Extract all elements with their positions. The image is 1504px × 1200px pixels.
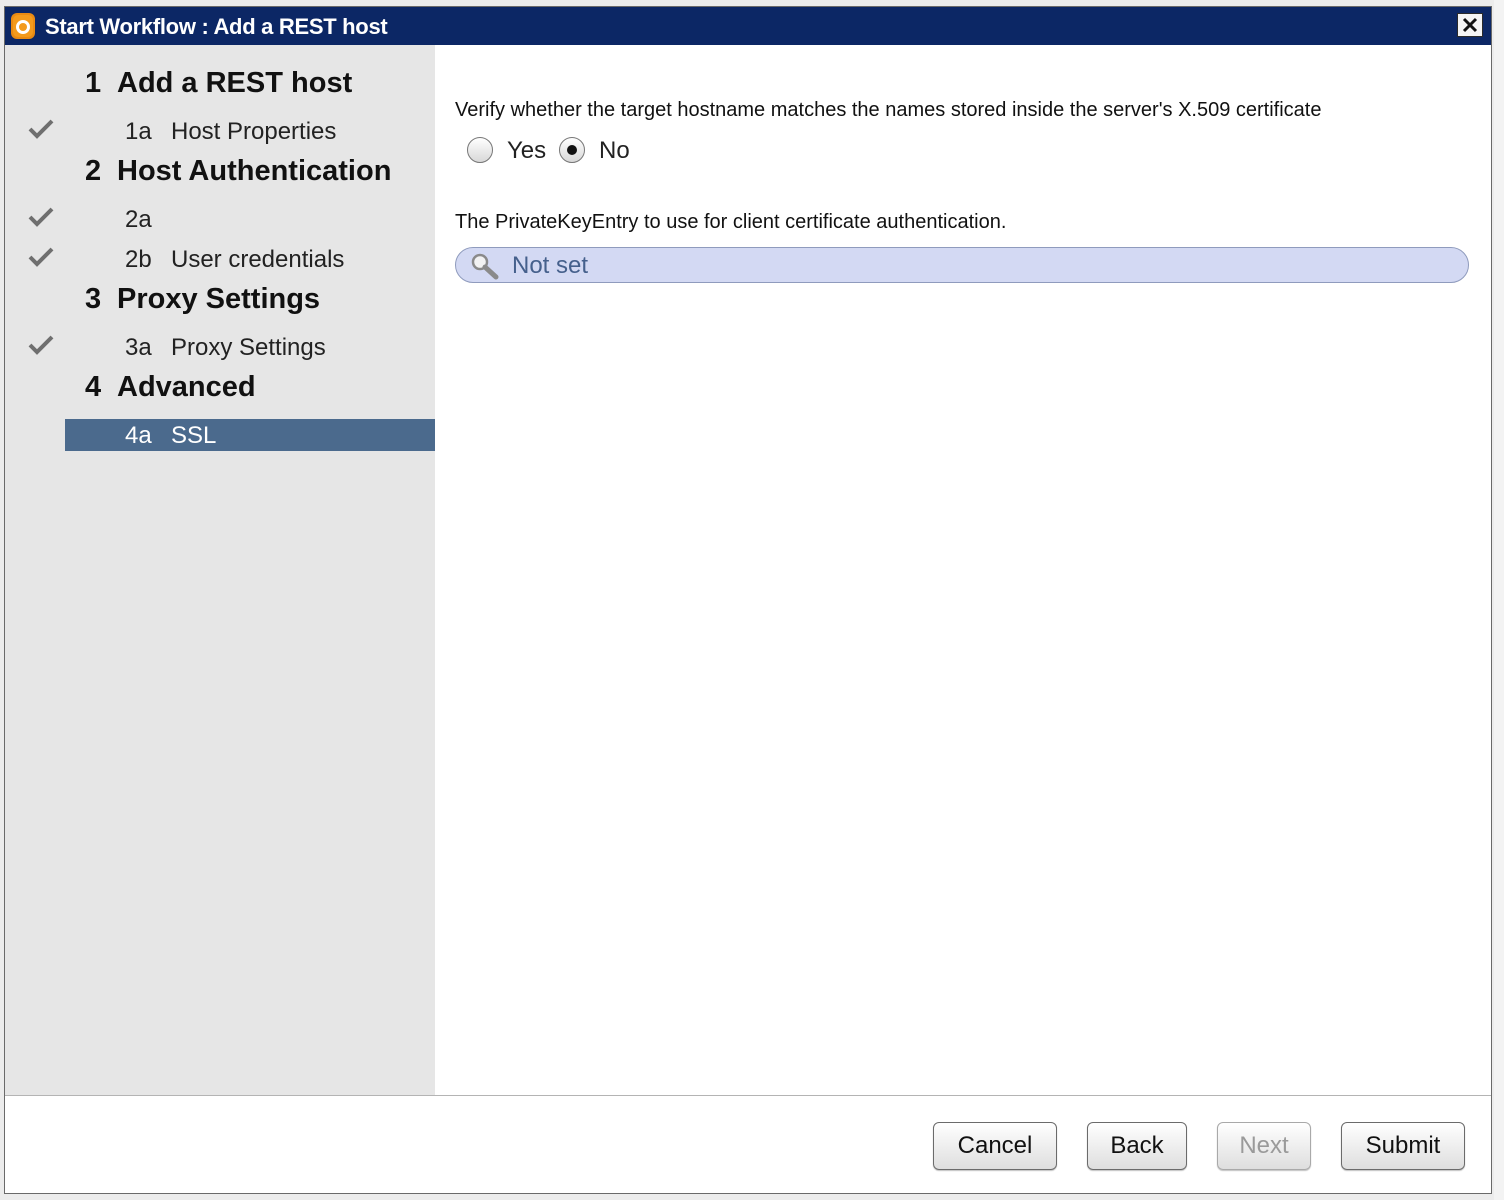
substep-id: 3a bbox=[125, 334, 152, 361]
verify-hostname-label: Verify whether the target hostname match… bbox=[455, 99, 1322, 121]
step-1-title[interactable]: 1 Add a REST host bbox=[85, 67, 352, 100]
close-icon bbox=[1462, 17, 1478, 33]
substep-id: 1a bbox=[125, 118, 152, 145]
magnifier-icon bbox=[471, 253, 499, 280]
verify-yes-label[interactable]: Yes bbox=[507, 137, 546, 165]
check-icon bbox=[28, 119, 54, 139]
next-button[interactable]: Next bbox=[1217, 1122, 1311, 1170]
verify-yes-radio[interactable] bbox=[467, 137, 493, 163]
substep-2a[interactable]: 2a bbox=[65, 203, 435, 235]
check-icon bbox=[28, 207, 54, 227]
private-key-entry-picker[interactable]: Not set bbox=[455, 247, 1469, 283]
back-button[interactable]: Back bbox=[1087, 1122, 1187, 1170]
private-key-entry-label: The PrivateKeyEntry to use for client ce… bbox=[455, 211, 1007, 233]
step-label: Host Authentication bbox=[117, 155, 392, 187]
check-icon bbox=[28, 335, 54, 355]
step-number: 2 bbox=[85, 155, 102, 187]
substep-user-credentials[interactable]: 2b User credentials bbox=[65, 243, 435, 275]
substep-label: Host Properties bbox=[171, 118, 337, 145]
cancel-button[interactable]: Cancel bbox=[933, 1122, 1057, 1170]
step-label: Proxy Settings bbox=[117, 283, 321, 315]
substep-label: Proxy Settings bbox=[171, 334, 326, 361]
close-button[interactable] bbox=[1457, 13, 1483, 37]
ssl-settings-panel: Verify whether the target hostname match… bbox=[435, 45, 1491, 1095]
wizard-steps-sidebar: 1 Add a REST host 1a Host Properties 2 Hos… bbox=[5, 45, 435, 1095]
step-label: Advanced bbox=[117, 371, 256, 403]
verify-no-radio[interactable] bbox=[559, 137, 585, 163]
substep-label: User credentials bbox=[171, 246, 345, 273]
substep-label: SSL bbox=[171, 422, 217, 449]
step-number: 3 bbox=[85, 283, 102, 315]
private-key-entry-value: Not set bbox=[512, 252, 589, 279]
substep-ssl[interactable]: 4a SSL bbox=[65, 419, 435, 451]
orchestrator-app-icon bbox=[11, 13, 35, 39]
substep-id: 2b bbox=[125, 246, 152, 273]
step-2-title[interactable]: 2 Host Authentication bbox=[85, 155, 391, 188]
workflow-dialog: Start Workflow : Add a REST host 1 Add a … bbox=[4, 6, 1492, 1194]
verify-no-label[interactable]: No bbox=[599, 137, 630, 165]
step-label: Add a REST host bbox=[117, 67, 353, 99]
background-window-edge bbox=[1494, 0, 1504, 1200]
step-number: 4 bbox=[85, 371, 102, 403]
substep-id: 4a bbox=[125, 422, 152, 449]
check-icon bbox=[28, 247, 54, 267]
dialog-footer: Cancel Back Next Submit bbox=[5, 1095, 1491, 1193]
substep-proxy-settings[interactable]: 3a Proxy Settings bbox=[65, 331, 435, 363]
window-title: Start Workflow : Add a REST host bbox=[45, 14, 388, 39]
substep-host-properties[interactable]: 1a Host Properties bbox=[65, 115, 435, 147]
submit-button[interactable]: Submit bbox=[1341, 1122, 1465, 1170]
step-4-title[interactable]: 4 Advanced bbox=[85, 371, 256, 404]
step-3-title[interactable]: 3 Proxy Settings bbox=[85, 283, 320, 316]
title-bar: Start Workflow : Add a REST host bbox=[5, 7, 1491, 45]
step-number: 1 bbox=[85, 67, 102, 99]
substep-id: 2a bbox=[125, 206, 152, 233]
